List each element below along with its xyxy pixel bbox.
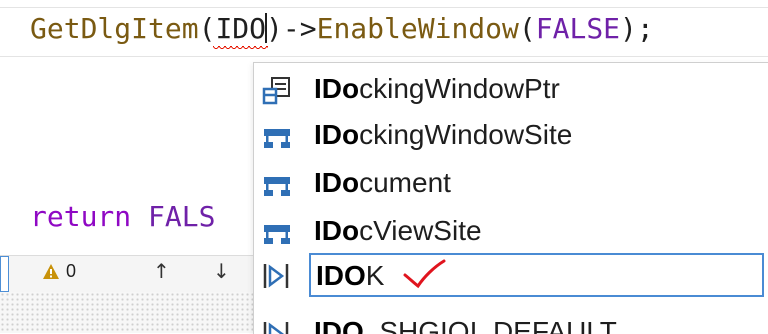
completion-item[interactable]: IDocViewSite (254, 208, 768, 256)
completion-item[interactable]: IDockingWindowSite (254, 112, 768, 160)
warning-icon[interactable] (42, 263, 60, 281)
next-issue-icon[interactable]: ↓ (213, 259, 230, 283)
function-name: GetDlgItem (30, 12, 199, 45)
previous-issue-icon[interactable]: ↑ (153, 259, 170, 283)
status-left-indicator[interactable] (0, 256, 9, 292)
return-value: FALS (148, 200, 216, 233)
open-paren-2: ( (518, 12, 536, 45)
completion-label: IDocument (314, 167, 451, 198)
return-keyword: return (30, 200, 132, 233)
completion-label: IDOK (316, 260, 385, 291)
completion-label: IDockingWindowSite (314, 119, 573, 150)
typedef-icon (262, 77, 290, 105)
check-mark-icon (403, 259, 446, 289)
previous-line-fragment (30, 0, 730, 4)
completion-label: IDockingWindowPtr (314, 73, 560, 104)
typed-identifier: IDO (215, 12, 267, 45)
struct-icon (264, 225, 290, 244)
open-paren: ( (198, 12, 216, 45)
completion-item-selected[interactable]: IDOK (254, 253, 768, 301)
completion-item[interactable]: IDockingWindowPtr (254, 66, 768, 114)
macro-icon (263, 322, 289, 334)
intellisense-popup[interactable]: IDockingWindowPtr IDockingWindowSite IDo… (253, 62, 768, 334)
completion-item[interactable]: IDO_SHGIOI_DEFAULT (254, 314, 768, 334)
code-line-return[interactable]: return FALS (30, 200, 215, 233)
struct-icon (264, 129, 290, 148)
false-macro: FALSE (535, 12, 621, 45)
line-end: ); (620, 12, 654, 45)
method-name: EnableWindow (316, 12, 519, 45)
arrow-operator: )-> (266, 12, 317, 45)
macro-icon (263, 264, 289, 288)
completion-label: IDocViewSite (314, 215, 482, 246)
completion-label: IDO_SHGIOI_DEFAULT (314, 316, 617, 334)
struct-icon (264, 177, 290, 196)
completion-item[interactable]: IDocument (254, 160, 768, 208)
code-line-getdlgitem[interactable]: GetDlgItem(IDO)->EnableWindow(FALSE); (30, 12, 654, 45)
warning-count[interactable]: 0 (66, 261, 76, 282)
